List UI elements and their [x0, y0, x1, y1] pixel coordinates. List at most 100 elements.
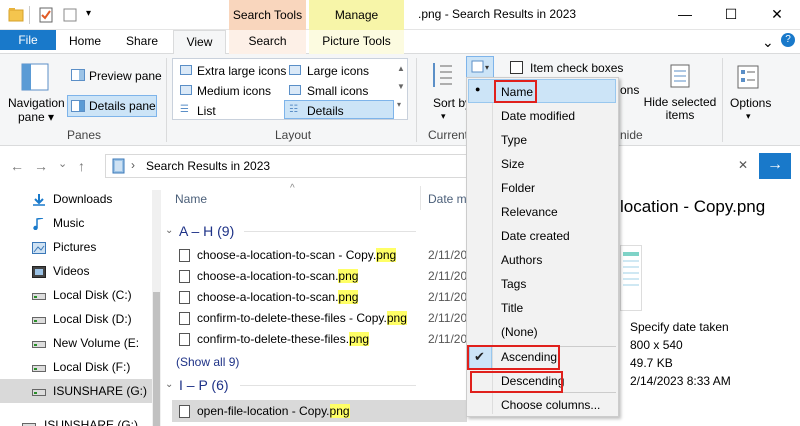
- search-match-highlight: png: [329, 404, 350, 418]
- column-header-name[interactable]: Name: [175, 192, 207, 206]
- properties-icon[interactable]: [38, 7, 54, 23]
- size-value: 49.7 KB: [630, 356, 673, 370]
- back-button[interactable]: ←: [10, 158, 24, 174]
- hide-selected-items-button[interactable]: Hide selected items: [643, 96, 717, 122]
- file-name[interactable]: confirm-to-delete-these-files - Copy.png: [197, 308, 407, 328]
- menu-item-sort-field[interactable]: Folder: [501, 176, 535, 200]
- breadcrumb-path[interactable]: Search Results in 2023: [146, 159, 270, 173]
- pictures-icon: [32, 242, 46, 254]
- maximize-button[interactable]: ☐: [708, 0, 754, 30]
- collapse-group-icon[interactable]: ⌄: [165, 379, 173, 390]
- nav-item[interactable]: New Volume (E:: [53, 332, 139, 354]
- search-match-highlight: png: [386, 311, 407, 325]
- search-go-button[interactable]: →: [759, 153, 791, 179]
- tab-home[interactable]: Home: [59, 30, 111, 54]
- details-pane-label[interactable]: Details pane: [89, 99, 156, 113]
- nav-item[interactable]: ISUNSHARE (G:): [53, 380, 147, 402]
- file-name-extensions-partial[interactable]: ons: [620, 83, 639, 97]
- date-taken-field[interactable]: Specify date taken: [630, 320, 729, 334]
- nav-item[interactable]: Local Disk (C:): [53, 284, 132, 306]
- nav-item[interactable]: Downloads: [53, 188, 112, 210]
- close-button[interactable]: ✕: [754, 0, 800, 30]
- column-header-date[interactable]: Date m: [428, 192, 467, 206]
- sort-by-dropdown-caret[interactable]: ▾: [441, 111, 446, 122]
- nav-scrollbar-thumb[interactable]: [153, 292, 160, 426]
- file-date: 2/11/20: [428, 290, 468, 304]
- new-folder-quick-icon[interactable]: [62, 7, 78, 23]
- annotation-box-ascending: [467, 345, 560, 370]
- file-name-stem: open-file-location - Copy.: [197, 404, 330, 418]
- file-name-stem: choose-a-location-to-scan.: [197, 269, 339, 283]
- panes-group-label: Panes: [67, 128, 102, 142]
- file-name[interactable]: open-file-location - Copy.png: [197, 401, 350, 421]
- up-button[interactable]: ↑: [78, 158, 85, 174]
- nav-item[interactable]: Pictures: [53, 236, 96, 258]
- videos-icon: [32, 266, 46, 278]
- show-all-link[interactable]: (Show all 9): [176, 355, 239, 369]
- group-header-i-p[interactable]: I – P (6): [179, 377, 229, 393]
- file-name[interactable]: choose-a-location-to-scan - Copy.png: [197, 245, 397, 265]
- breadcrumb-chevron[interactable]: ›: [131, 158, 135, 172]
- options-dropdown-caret[interactable]: ▾: [746, 111, 751, 122]
- details-icon: ☷: [289, 104, 298, 115]
- search-match-highlight: png: [338, 269, 359, 283]
- tab-search[interactable]: Search: [229, 30, 306, 54]
- column-divider[interactable]: [420, 186, 421, 210]
- png-file-icon: [179, 312, 190, 325]
- collapse-ribbon-icon[interactable]: ⌄: [762, 34, 774, 51]
- file-name-stem: choose-a-location-to-scan - Copy.: [197, 248, 377, 262]
- menu-item-sort-field[interactable]: Authors: [501, 248, 542, 272]
- list-icon: ☰: [180, 104, 189, 115]
- menu-item-sort-field[interactable]: Tags: [501, 272, 526, 296]
- png-file-icon: [179, 270, 190, 283]
- menu-item-sort-field[interactable]: (None): [501, 320, 538, 344]
- item-check-boxes-label[interactable]: Item check boxes: [530, 61, 623, 75]
- nav-item[interactable]: Videos: [53, 260, 89, 282]
- details-pane-icon: [71, 100, 85, 112]
- selected-bullet-icon: ●: [475, 84, 481, 94]
- nav-item[interactable]: Music: [53, 212, 84, 234]
- menu-item-sort-field[interactable]: Date modified: [501, 104, 575, 128]
- file-name[interactable]: choose-a-location-to-scan.png: [197, 287, 359, 307]
- help-icon[interactable]: ?: [781, 33, 795, 47]
- file-name[interactable]: choose-a-location-to-scan.png: [197, 266, 359, 286]
- tab-view[interactable]: View: [173, 30, 226, 55]
- group-divider: [244, 231, 416, 232]
- layout-large-icons[interactable]: Large icons: [307, 64, 369, 78]
- layout-list[interactable]: List: [197, 104, 216, 118]
- file-name[interactable]: confirm-to-delete-these-files.png: [197, 329, 370, 349]
- nav-item[interactable]: ISUNSHARE (G:): [44, 414, 138, 426]
- menu-item-sort-field[interactable]: Type: [501, 128, 527, 152]
- item-check-boxes-checkbox[interactable]: [510, 61, 523, 74]
- group-by-button[interactable]: ▾: [466, 56, 494, 78]
- preview-pane-button[interactable]: Preview pane: [89, 69, 162, 83]
- group-header-a-h[interactable]: A – H (9): [179, 223, 234, 239]
- menu-item-sort-field[interactable]: Date created: [501, 224, 570, 248]
- tab-picture-tools[interactable]: Picture Tools: [309, 30, 404, 54]
- collapse-group-icon[interactable]: ⌄: [165, 225, 173, 236]
- clear-search-icon[interactable]: ✕: [738, 158, 748, 172]
- tab-share[interactable]: Share: [114, 30, 170, 54]
- layout-extra-large-icons[interactable]: Extra large icons: [197, 64, 286, 78]
- layout-scroll-arrows-icon[interactable]: ▲ ▼ ▾: [397, 60, 405, 114]
- layout-medium-icons[interactable]: Medium icons: [197, 84, 271, 98]
- options-button[interactable]: Options: [730, 96, 771, 110]
- small-icons-icon: [289, 84, 301, 98]
- tab-file[interactable]: File: [0, 30, 56, 50]
- forward-button[interactable]: →: [34, 158, 48, 174]
- recent-locations-button[interactable]: ⌄: [58, 157, 67, 170]
- png-file-icon: [179, 333, 190, 346]
- menu-item-sort-field[interactable]: Title: [501, 296, 523, 320]
- nav-item[interactable]: Local Disk (F:): [53, 356, 130, 378]
- layout-small-icons[interactable]: Small icons: [307, 84, 368, 98]
- drive-icon: [32, 338, 46, 349]
- menu-item-sort-field[interactable]: Relevance: [501, 200, 558, 224]
- customize-quick-access-icon[interactable]: ▾: [86, 8, 91, 19]
- nav-item[interactable]: Local Disk (D:): [53, 308, 132, 330]
- menu-item-sort-field[interactable]: Size: [501, 152, 524, 176]
- drive-icon: [22, 420, 36, 426]
- menu-item-choose-columns[interactable]: Choose columns...: [501, 393, 600, 417]
- layout-details[interactable]: Details: [307, 104, 344, 118]
- navigation-pane-button[interactable]: Navigation pane ▾: [8, 96, 65, 124]
- minimize-button[interactable]: —: [662, 0, 708, 30]
